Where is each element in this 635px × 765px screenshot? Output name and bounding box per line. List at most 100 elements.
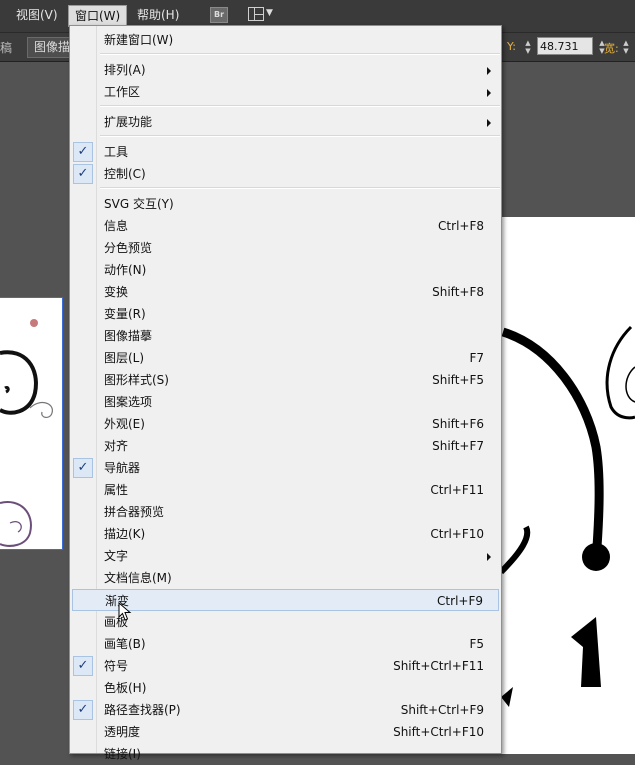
menu-separator bbox=[100, 105, 500, 107]
control-bar-fragment: 稿 bbox=[0, 41, 13, 55]
menu-item[interactable]: 属性 Ctrl+F11 bbox=[72, 479, 499, 501]
menu-item-label: 控制(C) bbox=[104, 167, 146, 181]
menu-item[interactable]: 色板(H) bbox=[72, 677, 499, 699]
menu-item-label: 分色预览 bbox=[104, 241, 153, 255]
menu-item[interactable]: 排列(A) bbox=[72, 59, 499, 81]
artwork-illustration-icon bbox=[501, 325, 635, 707]
menu-item-label: 链接(I) bbox=[104, 747, 141, 761]
submenu-arrow-icon bbox=[487, 553, 491, 561]
menu-item[interactable]: 对齐 Shift+F7 bbox=[72, 435, 499, 457]
menu-item-label: 工作区 bbox=[104, 85, 141, 99]
submenu-arrow-icon bbox=[487, 67, 491, 75]
menu-item-label: 对齐 bbox=[104, 439, 129, 453]
menu-item[interactable]: 动作(N) bbox=[72, 259, 499, 281]
menu-item-label: 描边(K) bbox=[104, 527, 146, 541]
menu-item[interactable]: 图像描摹 bbox=[72, 325, 499, 347]
y-stepper-icon[interactable]: ▲ ▼ bbox=[522, 39, 534, 55]
menu-item-label: 变量(R) bbox=[104, 307, 146, 321]
menu-item[interactable]: 信息 Ctrl+F8 bbox=[72, 215, 499, 237]
menu-item-label: 图像描摹 bbox=[104, 329, 153, 343]
menu-item-shortcut: Ctrl+F10 bbox=[430, 527, 484, 541]
menu-item-shortcut: Ctrl+F8 bbox=[438, 219, 484, 233]
menu-item[interactable]: 拼合器预览 bbox=[72, 501, 499, 523]
menu-item-label: 工具 bbox=[104, 145, 129, 159]
chevron-down-icon[interactable]: ▼ bbox=[266, 8, 273, 18]
menu-item[interactable]: 图案选项 bbox=[72, 391, 499, 413]
menu-item[interactable]: 文字 bbox=[72, 545, 499, 567]
menu-item-label: 画笔(B) bbox=[104, 637, 146, 651]
menu-item[interactable]: 图形样式(S) Shift+F5 bbox=[72, 369, 499, 391]
menu-item-label: 外观(E) bbox=[104, 417, 145, 431]
artboard-thumbnail[interactable] bbox=[0, 297, 63, 550]
menu-item-label: 扩展功能 bbox=[104, 115, 153, 129]
checkmark-icon: ✓ bbox=[73, 142, 93, 162]
menu-item[interactable]: 画笔(B) F5 bbox=[72, 633, 499, 655]
menu-item-shortcut: Shift+F7 bbox=[432, 439, 484, 453]
width-stepper-icon[interactable]: ▲ ▼ bbox=[620, 39, 632, 55]
artboard-main[interactable] bbox=[501, 217, 635, 754]
menu-item-label: 透明度 bbox=[104, 725, 141, 739]
menu-item-shortcut: Ctrl+F11 bbox=[430, 483, 484, 497]
menu-item[interactable]: 新建窗口(W) bbox=[72, 29, 499, 51]
checkmark-icon: ✓ bbox=[73, 458, 93, 478]
menu-item-label: 变换 bbox=[104, 285, 129, 299]
bridge-icon[interactable]: Br bbox=[210, 7, 228, 23]
menu-item[interactable]: 画板 bbox=[72, 611, 499, 633]
menu-item-label: 图层(L) bbox=[104, 351, 145, 365]
menu-item[interactable]: 描边(K) Ctrl+F10 bbox=[72, 523, 499, 545]
menu-item-shortcut: Shift+Ctrl+F9 bbox=[400, 703, 484, 717]
checkmark-icon: ✓ bbox=[73, 164, 93, 184]
menu-item-label: 文字 bbox=[104, 549, 129, 563]
menu-item[interactable]: 分色预览 bbox=[72, 237, 499, 259]
menu-item-shortcut: Shift+F5 bbox=[432, 373, 484, 387]
menu-item-label: 新建窗口(W) bbox=[104, 33, 174, 47]
menu-item-label: 拼合器预览 bbox=[104, 505, 165, 519]
submenu-arrow-icon bbox=[487, 89, 491, 97]
menu-item[interactable]: 工作区 bbox=[72, 81, 499, 103]
menu-item[interactable]: ✓ 控制(C) bbox=[72, 163, 499, 185]
menu-item-label: 属性 bbox=[104, 483, 129, 497]
menu-item[interactable]: ✓ 导航器 bbox=[72, 457, 499, 479]
menu-item[interactable]: 变换 Shift+F8 bbox=[72, 281, 499, 303]
menu-item[interactable]: 变量(R) bbox=[72, 303, 499, 325]
menu-item-label: 文档信息(M) bbox=[104, 571, 172, 585]
menu-item[interactable]: SVG 交互(Y) bbox=[72, 193, 499, 215]
menu-item[interactable]: ✓ 工具 bbox=[72, 141, 499, 163]
checkmark-icon: ✓ bbox=[73, 656, 93, 676]
menu-item[interactable]: 图层(L) F7 bbox=[72, 347, 499, 369]
menu-item[interactable]: ✓ 符号 Shift+Ctrl+F11 bbox=[72, 655, 499, 677]
menu-item-label: 排列(A) bbox=[104, 63, 146, 77]
menu-item-shortcut: Ctrl+F9 bbox=[437, 594, 483, 608]
y-input[interactable]: 48.731 m bbox=[537, 37, 593, 71]
menu-item-shortcut: F5 bbox=[469, 637, 484, 651]
menu-item-label: SVG 交互(Y) bbox=[104, 197, 174, 211]
menu-item[interactable]: 透明度 Shift+Ctrl+F10 bbox=[72, 721, 499, 743]
menu-item[interactable]: 外观(E) Shift+F6 bbox=[72, 413, 499, 435]
menu-item-shortcut: Shift+F6 bbox=[432, 417, 484, 431]
menu-item-label: 图形样式(S) bbox=[104, 373, 169, 387]
menu-item-label: 图案选项 bbox=[104, 395, 153, 409]
window-menu-dropdown: 新建窗口(W) 排列(A) 工作区扩展功能 ✓ 工具 ✓ 控制(C) SVG 交互(Y) 信息 C… bbox=[69, 25, 502, 761]
menu-item-label: 信息 bbox=[104, 219, 129, 233]
menu-item[interactable]: 渐变 Ctrl+F9 bbox=[72, 589, 499, 611]
arrange-documents-icon[interactable] bbox=[248, 7, 264, 21]
menu-item-shortcut: Shift+F8 bbox=[432, 285, 484, 299]
submenu-arrow-icon bbox=[487, 119, 491, 127]
menu-separator bbox=[100, 187, 500, 189]
menu-view[interactable]: 视图(V) bbox=[10, 5, 64, 25]
y-label: Y: bbox=[507, 40, 516, 53]
swirl-artwork-icon bbox=[0, 319, 53, 547]
menu-item[interactable]: 文档信息(M) bbox=[72, 567, 499, 589]
menu-item[interactable]: ✓ 路径查找器(P) Shift+Ctrl+F9 bbox=[72, 699, 499, 721]
menu-item-label: 色板(H) bbox=[104, 681, 147, 695]
menu-help[interactable]: 帮助(H) bbox=[131, 5, 185, 25]
menu-item-label: 路径查找器(P) bbox=[104, 703, 181, 717]
menu-item[interactable]: 链接(I) bbox=[72, 743, 499, 765]
menu-item-shortcut: Shift+Ctrl+F11 bbox=[393, 659, 484, 673]
checkmark-icon: ✓ bbox=[73, 700, 93, 720]
menu-separator bbox=[100, 135, 500, 137]
menu-window[interactable]: 窗口(W) bbox=[68, 5, 128, 27]
menu-item-shortcut: Shift+Ctrl+F10 bbox=[393, 725, 484, 739]
menu-item[interactable]: 扩展功能 bbox=[72, 111, 499, 133]
menu-item-shortcut: F7 bbox=[469, 351, 484, 365]
